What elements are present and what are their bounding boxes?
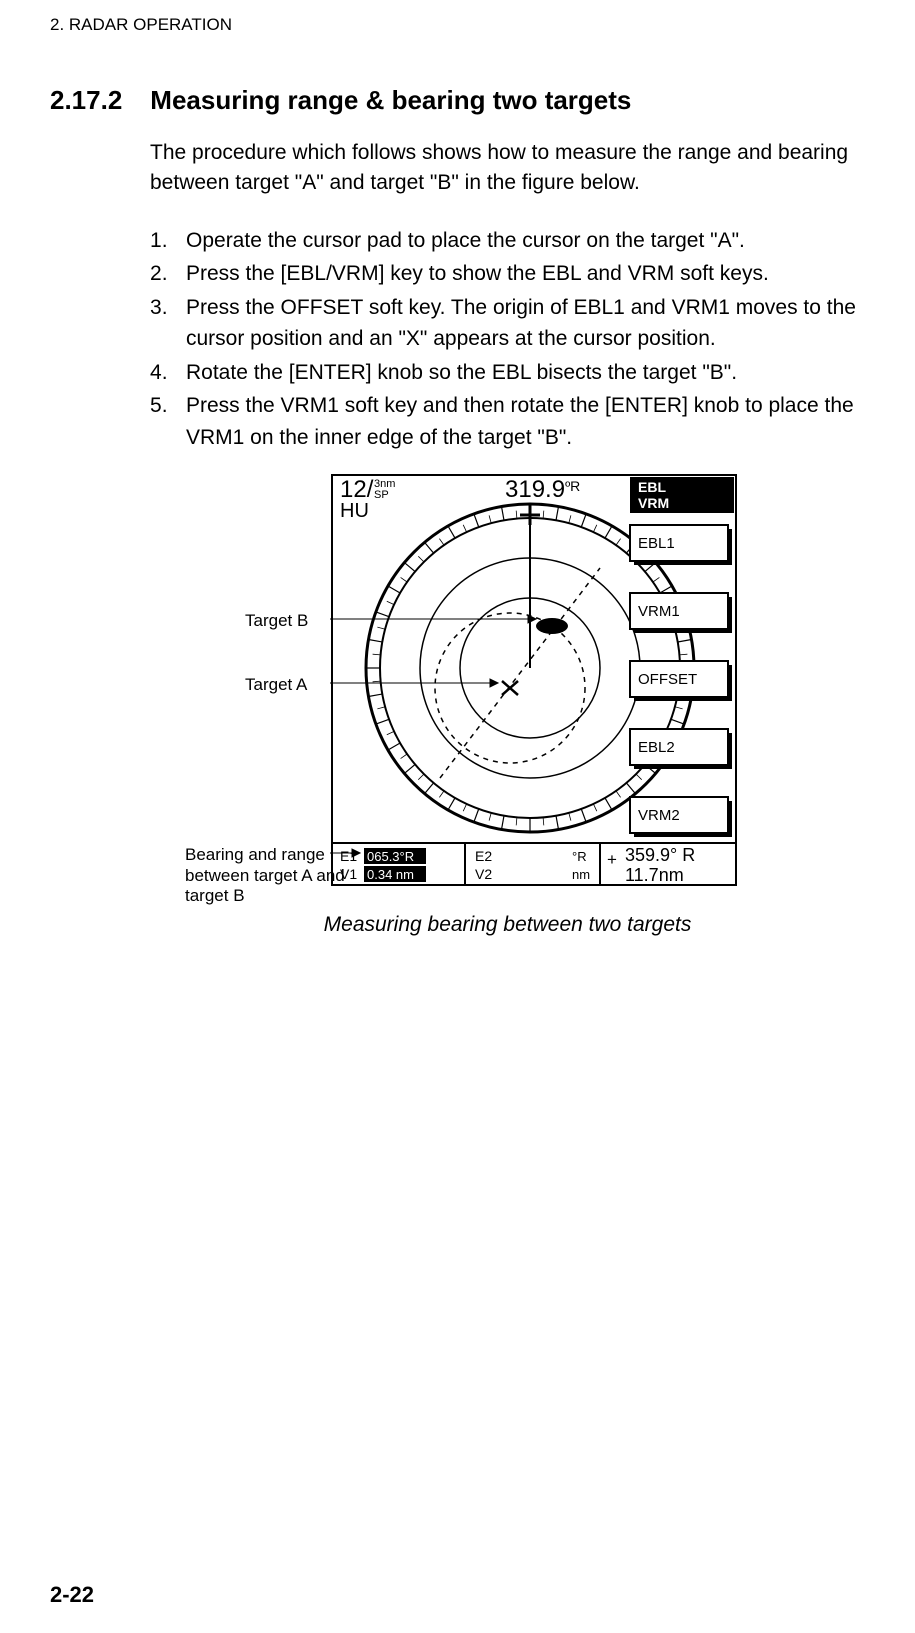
step-item: Press the [EBL/VRM] key to show the EBL … bbox=[150, 258, 865, 290]
section-title: 2.17.2 Measuring range & bearing two targ… bbox=[50, 85, 865, 116]
v2-label: V2 bbox=[475, 866, 492, 882]
offset-ebl-line bbox=[440, 568, 600, 778]
range-readout: 12/ bbox=[340, 476, 374, 503]
svg-text:EBL: EBL bbox=[638, 479, 666, 495]
cursor-range: 11.7nm bbox=[625, 865, 684, 885]
step-item: Rotate the [ENTER] knob so the EBL bisec… bbox=[150, 357, 865, 389]
running-header: 2. RADAR OPERATION bbox=[50, 15, 865, 35]
svg-text:EBL2: EBL2 bbox=[638, 739, 675, 756]
e1-value: 065.3°R bbox=[367, 849, 414, 864]
v1-value: 0.34 nm bbox=[367, 867, 414, 882]
page-number: 2-22 bbox=[50, 1582, 94, 1608]
figure-caption: Measuring bearing between two targets bbox=[150, 913, 865, 937]
mode-readout: HU bbox=[340, 500, 369, 522]
cursor-bearing: 359.9° R bbox=[625, 845, 695, 865]
softkey-offset[interactable]: OFFSET bbox=[630, 661, 732, 701]
procedure-steps: Operate the cursor pad to place the curs… bbox=[150, 225, 865, 454]
target-b-marker bbox=[536, 618, 568, 634]
svg-text:OFFSET: OFFSET bbox=[638, 671, 697, 688]
e2-label: E2 bbox=[475, 848, 492, 864]
softkey-ebl1[interactable]: EBL1 bbox=[630, 525, 732, 565]
svg-text:VRM: VRM bbox=[638, 495, 669, 511]
v2-unit: nm bbox=[572, 867, 590, 882]
annotation-target-b: Target B bbox=[245, 611, 308, 631]
softkey-ebl2[interactable]: EBL2 bbox=[630, 729, 732, 769]
radar-diagram: 12/ 3nm SP HU 319.9ºR EBL VRM EBL1 VRM1 … bbox=[330, 473, 850, 893]
svg-text:VRM1: VRM1 bbox=[638, 603, 680, 620]
step-item: Press the OFFSET soft key. The origin of… bbox=[150, 292, 865, 355]
section-number: 2.17.2 bbox=[50, 85, 122, 116]
range-small-bottom: SP bbox=[374, 489, 389, 501]
figure: Target B Target A Bearing and range betw… bbox=[220, 473, 860, 903]
step-item: Press the VRM1 soft key and then rotate … bbox=[150, 390, 865, 453]
section-title-text: Measuring range & bearing two targets bbox=[150, 85, 631, 115]
softkey-header: EBL VRM bbox=[630, 477, 734, 513]
target-a-marker bbox=[502, 681, 518, 695]
e2-unit: °R bbox=[572, 849, 587, 864]
v1-label: V1 bbox=[340, 866, 357, 882]
svg-text:VRM2: VRM2 bbox=[638, 807, 680, 824]
step-item: Operate the cursor pad to place the curs… bbox=[150, 225, 865, 257]
softkey-vrm1[interactable]: VRM1 bbox=[630, 593, 732, 633]
heading-marker-icon bbox=[520, 505, 540, 525]
svg-text:EBL1: EBL1 bbox=[638, 535, 675, 552]
heading-readout: 319.9ºR bbox=[505, 476, 580, 503]
intro-paragraph: The procedure which follows shows how to… bbox=[150, 138, 865, 199]
annotation-target-a: Target A bbox=[245, 675, 307, 695]
cursor-cross-icon: + bbox=[607, 850, 617, 869]
softkey-vrm2[interactable]: VRM2 bbox=[630, 797, 732, 837]
